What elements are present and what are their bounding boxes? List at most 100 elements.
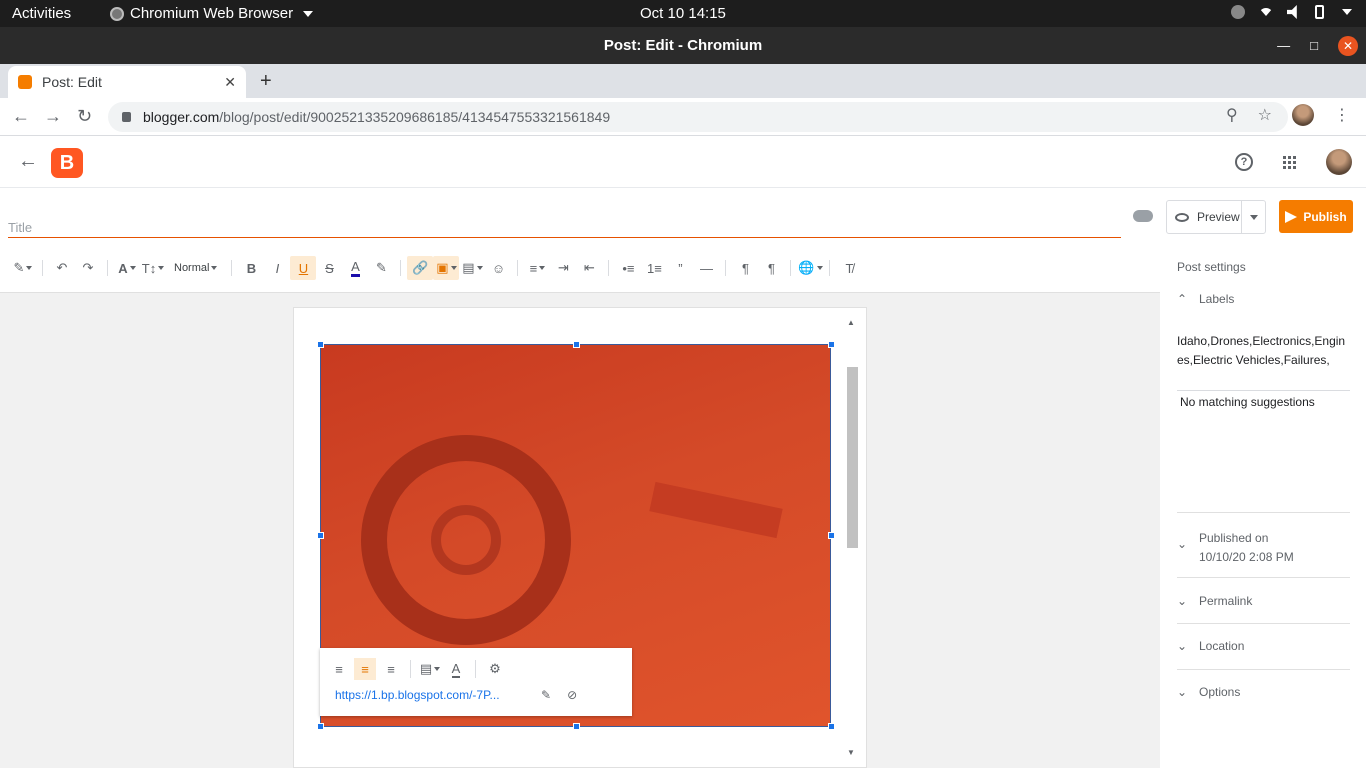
strikethrough-icon[interactable]: S bbox=[316, 256, 342, 280]
blogger-header: ← B ? bbox=[0, 136, 1366, 188]
labels-heading: Labels bbox=[1199, 292, 1235, 306]
maximize-icon[interactable]: □ bbox=[1310, 38, 1318, 53]
labels-section-toggle[interactable]: ⌃ Labels bbox=[1177, 292, 1350, 306]
image-link[interactable]: https://1.bp.blogspot.com/-7P... bbox=[335, 688, 525, 702]
align-right-icon[interactable]: ≡ bbox=[380, 658, 402, 680]
published-section-toggle[interactable]: ⌄ Published on 10/10/20 2:08 PM bbox=[1177, 529, 1350, 567]
tab-title: Post: Edit bbox=[42, 74, 102, 90]
tab-close-icon[interactable]: ✕ bbox=[224, 74, 236, 91]
system-top-bar: Activities Chromium Web Browser Oct 10 1… bbox=[0, 0, 1366, 27]
bold-icon[interactable]: B bbox=[238, 256, 264, 280]
menu-dots-icon[interactable]: ⋮ bbox=[1334, 105, 1350, 125]
tab-post-edit[interactable]: Post: Edit ✕ bbox=[8, 66, 246, 98]
resize-handle[interactable] bbox=[573, 341, 580, 348]
location-section-toggle[interactable]: ⌄ Location bbox=[1177, 639, 1350, 653]
new-tab-icon[interactable]: + bbox=[260, 70, 272, 93]
resize-handle[interactable] bbox=[317, 341, 324, 348]
outdent-icon[interactable]: ⇤ bbox=[576, 256, 602, 280]
resize-handle[interactable] bbox=[317, 723, 324, 730]
blogger-logo-icon[interactable]: B bbox=[51, 148, 83, 178]
numbered-list-icon[interactable]: 1≡ bbox=[641, 256, 667, 280]
indent-icon[interactable]: ⇥ bbox=[550, 256, 576, 280]
rtl-icon[interactable]: ¶ bbox=[758, 256, 784, 280]
bulleted-list-icon[interactable]: •≡ bbox=[615, 256, 641, 280]
reload-icon[interactable]: ↻ bbox=[77, 106, 92, 127]
chevron-down-icon: ⌄ bbox=[1177, 537, 1188, 551]
lock-icon bbox=[122, 112, 131, 122]
highlight-icon[interactable]: ✎ bbox=[368, 256, 394, 280]
language-globe-icon[interactable]: 🌐 bbox=[797, 256, 823, 280]
undo-icon[interactable]: ↶ bbox=[49, 256, 75, 280]
clock[interactable]: Oct 10 14:15 bbox=[640, 5, 726, 22]
options-heading: Options bbox=[1199, 685, 1241, 699]
insert-video-icon[interactable]: ▤ bbox=[459, 256, 485, 280]
profile-avatar[interactable] bbox=[1292, 104, 1314, 126]
align-left-icon[interactable]: ≡ bbox=[328, 658, 350, 680]
back-arrow-icon[interactable]: ← bbox=[18, 150, 38, 173]
emoji-icon[interactable]: ☺ bbox=[485, 256, 511, 280]
resize-handle[interactable] bbox=[828, 532, 835, 539]
apps-grid-icon[interactable] bbox=[1283, 155, 1296, 169]
publish-label: Publish bbox=[1303, 209, 1347, 224]
scroll-up-icon[interactable]: ▲ bbox=[847, 318, 855, 327]
published-date: 10/10/20 2:08 PM bbox=[1199, 550, 1294, 564]
scroll-down-icon[interactable]: ▼ bbox=[847, 748, 855, 757]
preview-dropdown[interactable] bbox=[1241, 201, 1265, 233]
underline-icon[interactable]: U bbox=[290, 256, 317, 280]
address-bar[interactable]: blogger.com/blog/post/edit/9002521335209… bbox=[108, 102, 1288, 132]
compose-mode-icon[interactable]: ✎ bbox=[10, 256, 36, 280]
title-row: Preview Publish bbox=[0, 188, 1366, 240]
redo-icon[interactable]: ↷ bbox=[75, 256, 101, 280]
blogger-favicon-icon bbox=[18, 75, 32, 89]
resize-handle[interactable] bbox=[828, 723, 835, 730]
image-settings-gear-icon[interactable]: ⚙ bbox=[484, 658, 506, 680]
options-section-toggle[interactable]: ⌄ Options bbox=[1177, 685, 1350, 699]
ltr-icon[interactable]: ¶ bbox=[732, 256, 758, 280]
font-icon[interactable]: A bbox=[114, 256, 140, 280]
publish-button[interactable]: Publish bbox=[1279, 200, 1353, 233]
activities-button[interactable]: Activities bbox=[12, 5, 71, 22]
font-size-icon[interactable]: T↕ bbox=[140, 256, 166, 280]
chevron-down-icon bbox=[303, 10, 314, 17]
browser-toolbar: ← → ↻ blogger.com/blog/post/edit/9002521… bbox=[0, 98, 1366, 136]
post-settings-panel: Post settings ⌃ Labels Idaho,Drones,Elec… bbox=[1161, 240, 1366, 768]
unlink-icon[interactable]: ⊘ bbox=[567, 688, 577, 702]
italic-icon[interactable]: I bbox=[264, 256, 290, 280]
system-tray[interactable] bbox=[1231, 5, 1352, 19]
paragraph-style-select[interactable]: Normal bbox=[166, 256, 225, 280]
forward-icon[interactable]: → bbox=[44, 106, 62, 127]
quote-icon[interactable]: ” bbox=[667, 256, 693, 280]
resize-handle[interactable] bbox=[828, 341, 835, 348]
help-icon[interactable]: ? bbox=[1235, 153, 1253, 171]
caption-icon[interactable]: A bbox=[445, 658, 467, 680]
minimize-icon[interactable]: — bbox=[1277, 38, 1290, 53]
image-size-icon[interactable]: ▤ bbox=[419, 658, 441, 680]
url-domain: blogger.com bbox=[143, 109, 220, 125]
chevron-down-icon bbox=[1342, 9, 1352, 15]
back-icon[interactable]: ← bbox=[12, 106, 30, 127]
permalink-heading: Permalink bbox=[1199, 594, 1253, 608]
resize-handle[interactable] bbox=[573, 723, 580, 730]
bookmark-star-icon[interactable]: ☆ bbox=[1258, 105, 1272, 125]
labels-input[interactable]: Idaho,Drones,Electronics,Engines,Electri… bbox=[1177, 332, 1350, 370]
permalink-section-toggle[interactable]: ⌄ Permalink bbox=[1177, 594, 1350, 608]
location-heading: Location bbox=[1199, 639, 1245, 653]
align-icon[interactable]: ≡ bbox=[524, 256, 550, 280]
edit-link-pencil-icon[interactable]: ✎ bbox=[541, 688, 551, 702]
post-title-input[interactable] bbox=[8, 218, 1121, 238]
zoom-icon[interactable]: ⚲ bbox=[1226, 105, 1238, 125]
clear-formatting-icon[interactable]: T̸ bbox=[836, 256, 862, 280]
resize-handle[interactable] bbox=[317, 532, 324, 539]
account-avatar[interactable] bbox=[1326, 149, 1352, 175]
preview-button[interactable]: Preview bbox=[1166, 200, 1266, 234]
align-center-icon[interactable]: ≡ bbox=[354, 658, 376, 680]
horizontal-rule-icon[interactable]: — bbox=[693, 256, 719, 280]
close-icon[interactable]: ✕ bbox=[1338, 35, 1358, 56]
app-name: Chromium Web Browser bbox=[130, 5, 294, 22]
app-menu[interactable]: Chromium Web Browser bbox=[110, 5, 314, 22]
chevron-down-icon: ⌄ bbox=[1177, 594, 1188, 608]
insert-image-icon[interactable]: ▣ bbox=[433, 256, 460, 280]
scrollbar-thumb[interactable] bbox=[847, 367, 858, 548]
text-color-icon[interactable]: A bbox=[342, 256, 368, 280]
link-icon[interactable]: 🔗 bbox=[407, 256, 434, 280]
